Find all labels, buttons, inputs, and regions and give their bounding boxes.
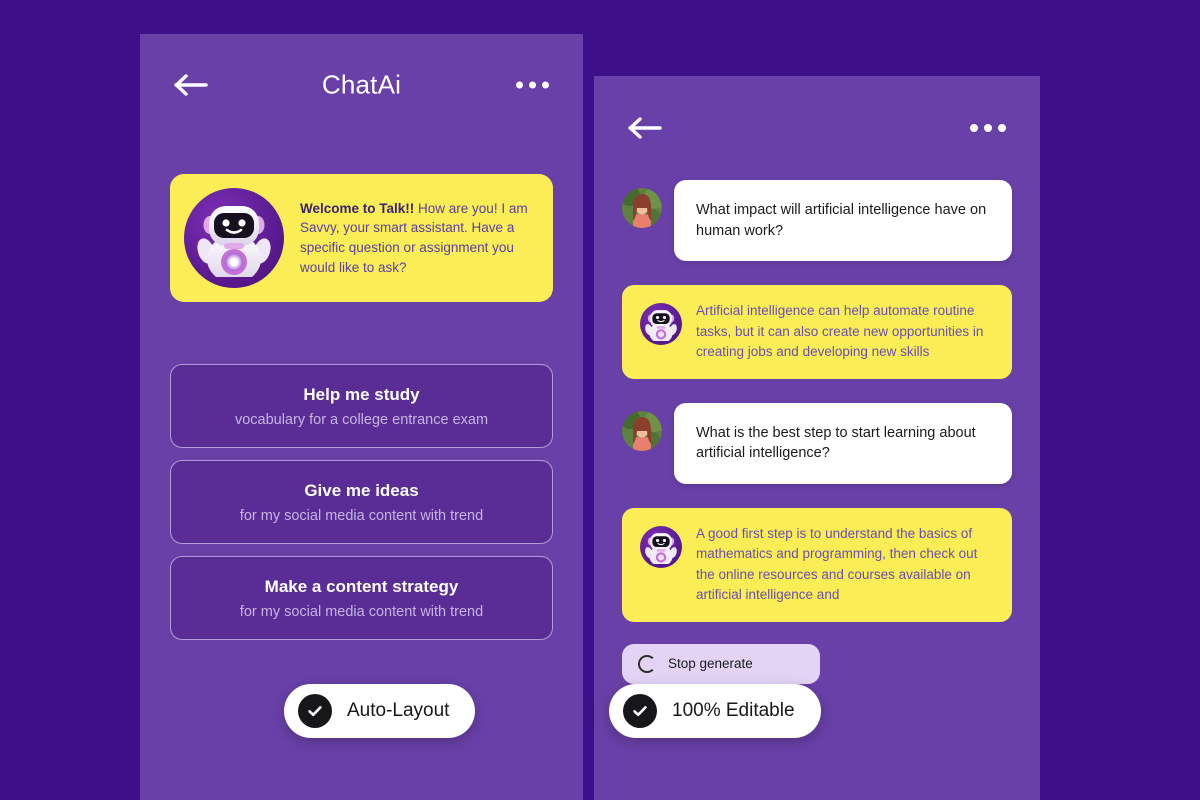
robot-avatar-icon bbox=[640, 303, 682, 346]
spinner-icon bbox=[638, 654, 656, 673]
dot bbox=[970, 124, 978, 132]
welcome-lead: Welcome to Talk!! bbox=[300, 200, 415, 216]
welcome-message: Welcome to Talk!! How are you! I am Savv… bbox=[300, 199, 537, 277]
check-circle-icon bbox=[298, 694, 332, 728]
stop-generate-label: Stop generate bbox=[668, 656, 753, 672]
dot bbox=[516, 81, 523, 89]
user-avatar-photo bbox=[622, 188, 662, 228]
suggestion-list: Help me study vocabulary for a college e… bbox=[170, 364, 553, 640]
check-circle-icon bbox=[623, 694, 657, 728]
message-row-ai: A good first step is to understand the b… bbox=[622, 507, 1012, 622]
suggestion-subtitle: for my social media content with trend bbox=[239, 507, 484, 524]
suggestion-subtitle: for my social media content with trend bbox=[239, 603, 484, 620]
suggestion-card-help-me-study[interactable]: Help me study vocabulary for a college e… bbox=[170, 364, 553, 448]
robot-avatar-icon bbox=[640, 525, 682, 568]
message-bubble-user: What is the best step to start learning … bbox=[674, 402, 1012, 484]
suggestion-title: Make a content strategy bbox=[264, 576, 459, 596]
feature-badge-label: 100% Editable bbox=[672, 700, 795, 721]
suggestion-subtitle: vocabulary for a college entrance exam bbox=[234, 411, 489, 428]
right-panel-header bbox=[594, 76, 1040, 180]
message-text-ai: Artificial intelligence can help automat… bbox=[696, 303, 984, 360]
suggestion-title: Give me ideas bbox=[304, 480, 419, 500]
suggestion-title: Help me study bbox=[303, 384, 420, 404]
message-row-user: What impact will artificial intelligence… bbox=[622, 180, 1012, 262]
suggestion-card-make-a-content-strategy[interactable]: Make a content strategy for my social me… bbox=[170, 556, 553, 640]
message-text-ai: A good first step is to understand the b… bbox=[696, 525, 978, 603]
feature-badge-label: Auto-Layout bbox=[347, 700, 450, 721]
dot bbox=[984, 124, 992, 132]
message-bubble-ai: Artificial intelligence can help automat… bbox=[622, 285, 1012, 379]
message-bubble-user: What impact will artificial intelligence… bbox=[674, 180, 1012, 262]
more-options-icon[interactable] bbox=[516, 81, 549, 89]
robot-avatar-icon bbox=[184, 188, 284, 288]
welcome-card: Welcome to Talk!! How are you! I am Savv… bbox=[170, 174, 553, 302]
chat-thread: What impact will artificial intelligence… bbox=[594, 180, 1040, 622]
more-options-icon[interactable] bbox=[970, 124, 1006, 132]
feature-badge-editable: 100% Editable bbox=[609, 684, 821, 738]
dot bbox=[529, 81, 536, 89]
suggestion-card-give-me-ideas[interactable]: Give me ideas for my social media conten… bbox=[170, 460, 553, 544]
message-bubble-ai: A good first step is to understand the b… bbox=[622, 507, 1012, 622]
feature-badge-auto-layout: Auto-Layout bbox=[284, 684, 476, 738]
user-avatar-photo bbox=[622, 410, 662, 451]
message-row-user: What is the best step to start learning … bbox=[622, 402, 1012, 484]
dot bbox=[542, 81, 549, 89]
message-row-ai: Artificial intelligence can help automat… bbox=[622, 285, 1012, 379]
stop-generate-button[interactable]: Stop generate bbox=[622, 643, 820, 684]
dot bbox=[998, 124, 1006, 132]
left-panel-header: ChatAi bbox=[140, 34, 583, 136]
back-arrow-icon[interactable] bbox=[628, 116, 662, 140]
